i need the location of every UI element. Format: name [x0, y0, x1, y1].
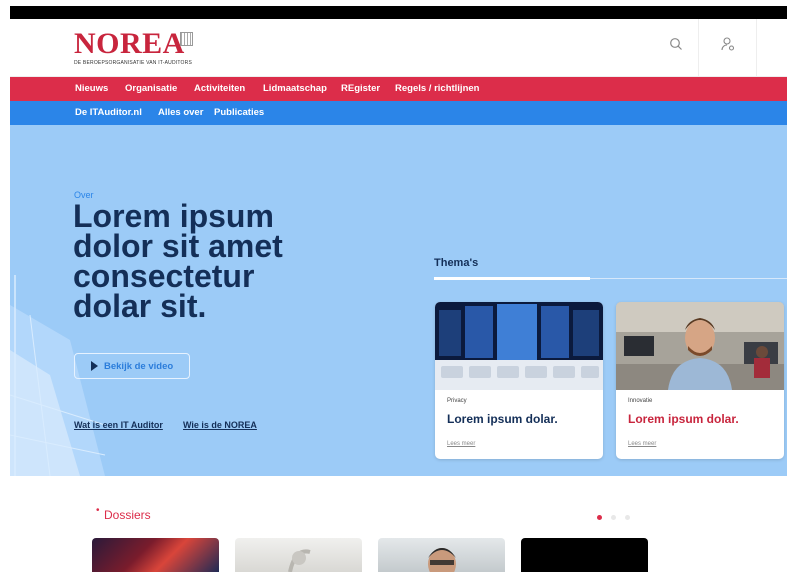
play-icon [91, 361, 98, 371]
dossier-thumbnail[interactable] [92, 538, 219, 572]
carousel-pager [597, 515, 630, 520]
header-divider [698, 19, 699, 77]
nav-item-organisatie[interactable]: Organisatie [125, 77, 177, 101]
pager-dot[interactable] [611, 515, 616, 520]
nav-item-register[interactable]: REgister [341, 77, 380, 101]
header-divider [756, 19, 757, 77]
card-title: Lorem ipsum dolar. [447, 412, 558, 426]
themas-active-indicator [434, 277, 590, 280]
nav-item-regels[interactable]: Regels / richtlijnen [395, 77, 479, 101]
search-icon[interactable] [663, 31, 689, 57]
dossier-thumbnail[interactable] [521, 538, 648, 572]
server-room-image [435, 302, 603, 390]
watch-video-label: Bekijk de video [104, 360, 174, 372]
logo-tagline: DE BEROEPSORGANISATIE VAN IT-AUDITORS [74, 60, 192, 66]
watch-video-button[interactable]: Bekijk de video [74, 353, 190, 379]
thema-card-innovatie[interactable]: Innovatie Lorem ipsum dolar. Lees meer [616, 302, 784, 459]
dossier-thumbnail[interactable] [235, 538, 362, 572]
link-wie-is-norea[interactable]: Wie is de NOREA [183, 420, 257, 430]
page: NOREA DE BEROEPSORGANISATIE VAN IT-AUDIT… [0, 0, 787, 572]
thema-card-privacy[interactable]: Privacy Lorem ipsum dolar. Lees meer [435, 302, 603, 459]
user-icon[interactable] [715, 31, 741, 57]
secondary-nav: De ITAuditor.nl Alles over Publicaties [10, 101, 787, 125]
nav-item-lidmaatschap[interactable]: Lidmaatschap [263, 77, 327, 101]
dossier-thumbnail[interactable] [378, 538, 505, 572]
norea-logo[interactable]: NOREA DE BEROEPSORGANISATIE VAN IT-AUDIT… [74, 27, 193, 66]
nav-item-nieuws[interactable]: Nieuws [75, 77, 108, 101]
pager-dot[interactable] [597, 515, 602, 520]
logo-emblem [180, 32, 193, 46]
logo-wordmark: NOREA [74, 27, 185, 60]
smiling-man-office-image [616, 302, 784, 390]
card-title: Lorem ipsum dolar. [628, 412, 739, 426]
site-header: NOREA DE BEROEPSORGANISATIE VAN IT-AUDIT… [10, 19, 787, 77]
browser-top-bar [10, 6, 787, 19]
hero-section: Over Lorem ipsum dolor sit amet consecte… [10, 125, 787, 476]
nav-item-publicaties[interactable]: Publicaties [214, 101, 264, 125]
card-category: Innovatie [628, 398, 653, 404]
card-read-more-link[interactable]: Lees meer [447, 441, 475, 447]
nav-item-activiteiten[interactable]: Activiteiten [194, 77, 245, 101]
link-wat-is-it-auditor[interactable]: Wat is een IT Auditor [74, 420, 163, 430]
primary-nav: Nieuws Organisatie Activiteiten Lidmaats… [10, 77, 787, 101]
card-read-more-link[interactable]: Lees meer [628, 441, 656, 447]
nav-item-itauditor[interactable]: De ITAuditor.nl [75, 101, 142, 125]
card-category: Privacy [447, 398, 467, 404]
hero-title: Lorem ipsum dolor sit amet consectetur d… [73, 198, 283, 324]
nav-item-alles-over[interactable]: Alles over [158, 101, 203, 125]
dossiers-heading: Dossiers [104, 508, 151, 522]
pager-dot[interactable] [625, 515, 630, 520]
themas-heading: Thema's [434, 257, 479, 269]
dossiers-marker: • [96, 505, 100, 516]
